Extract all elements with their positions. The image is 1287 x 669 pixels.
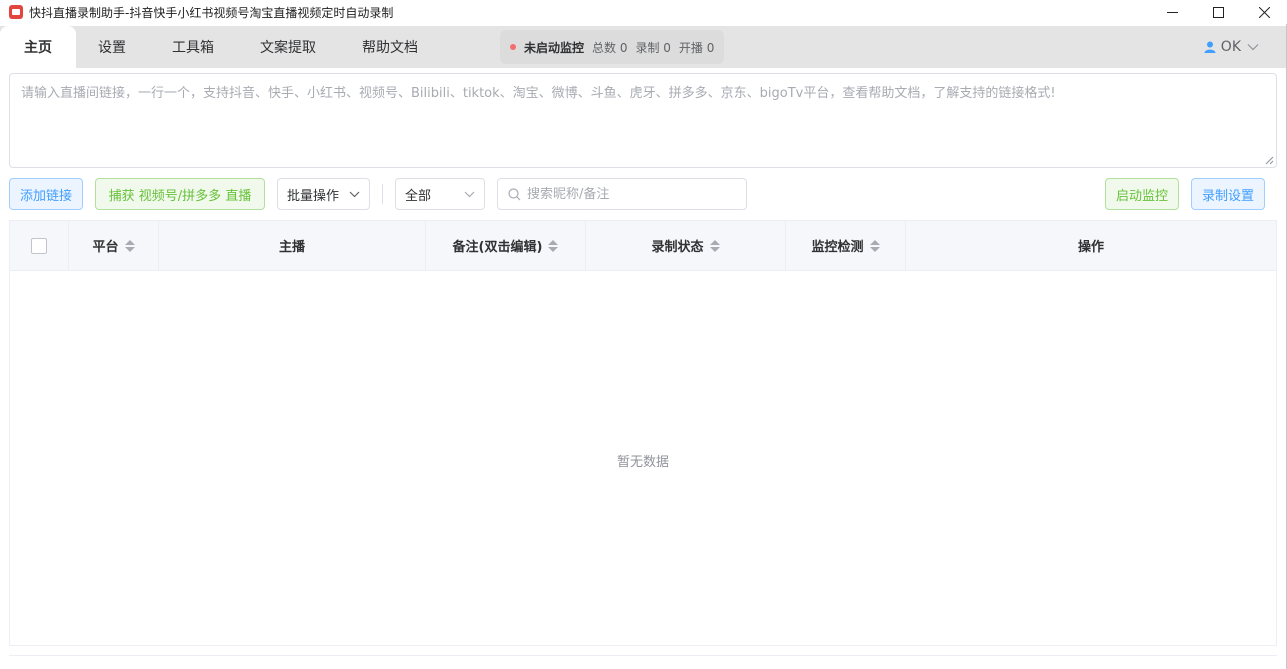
column-platform-label: 平台 — [92, 240, 119, 255]
chevron-down-icon — [349, 191, 360, 198]
filter-select[interactable]: 全部 — [395, 178, 485, 210]
batch-operation-dropdown[interactable]: 批量操作 — [277, 178, 370, 210]
column-platform[interactable]: 平台 — [69, 221, 159, 270]
column-remark-label: 备注(双击编辑) — [452, 240, 543, 255]
close-icon — [1258, 6, 1270, 18]
column-remark[interactable]: 备注(双击编辑) — [426, 221, 586, 270]
select-all-checkbox[interactable] — [31, 237, 47, 254]
tab-toolbox[interactable]: 工具箱 — [148, 26, 238, 68]
sort-icon[interactable] — [709, 239, 720, 252]
record-settings-button[interactable]: 录制设置 — [1191, 178, 1265, 210]
minimize-icon — [1166, 11, 1178, 13]
sort-icon[interactable] — [124, 239, 135, 252]
chevron-down-icon — [1247, 43, 1259, 51]
status-live-count: 开播 0 — [678, 40, 715, 55]
toolbar-divider — [382, 184, 383, 204]
empty-state-text: 暂无数据 — [616, 455, 669, 470]
search-input[interactable] — [527, 186, 737, 202]
sort-icon[interactable] — [869, 239, 880, 252]
user-icon — [1204, 41, 1216, 53]
window-title: 快抖直播录制助手-抖音快手小红书视频号淘宝直播视频定时自动录制 — [29, 5, 394, 20]
status-main-text: 未启动监控 — [524, 40, 585, 55]
start-monitor-button[interactable]: 启动监控 — [1105, 178, 1179, 210]
column-actions-label: 操作 — [1077, 240, 1104, 255]
window-controls — [1149, 0, 1287, 24]
table-header: 平台 主播 备注(双击编辑) 录制状态 监控检测 操作 — [10, 221, 1276, 271]
maximize-icon — [1212, 6, 1224, 18]
search-icon — [508, 187, 521, 200]
select-all-cell — [10, 221, 69, 270]
status-dot-icon — [510, 44, 516, 50]
footer-divider — [9, 655, 1277, 656]
batch-operation-label: 批量操作 — [287, 188, 340, 204]
user-menu[interactable]: OK — [1204, 26, 1259, 68]
title-bar: 快抖直播录制助手-抖音快手小红书视频号淘宝直播视频定时自动录制 — [0, 0, 1287, 24]
live-link-input[interactable] — [9, 73, 1277, 168]
sort-icon[interactable] — [548, 239, 559, 252]
status-total-count: 总数 0 — [592, 40, 628, 55]
user-name: OK — [1220, 39, 1241, 55]
capture-live-button[interactable]: 捕获 视频号/拼多多 直播 — [95, 178, 265, 210]
maximize-button[interactable] — [1195, 0, 1241, 24]
column-record-status-label: 录制状态 — [651, 240, 704, 255]
resize-grip-icon[interactable] — [1264, 155, 1274, 165]
column-monitor-check-label: 监控检测 — [811, 240, 864, 255]
tab-home[interactable]: 主页 — [0, 26, 76, 68]
filter-select-value: 全部 — [405, 188, 432, 204]
tab-copy-extract[interactable]: 文案提取 — [238, 26, 338, 68]
tab-bar: 主页 设置 工具箱 文案提取 帮助文档 未启动监控 总数 0 录制 0 开播 0… — [0, 26, 1287, 68]
search-box — [497, 178, 747, 210]
column-record-status[interactable]: 录制状态 — [586, 221, 786, 270]
minimize-button[interactable] — [1149, 0, 1195, 24]
tab-help-docs[interactable]: 帮助文档 — [338, 26, 442, 68]
close-button[interactable] — [1241, 0, 1287, 24]
chevron-down-icon — [464, 191, 475, 198]
column-actions: 操作 — [906, 221, 1276, 270]
monitor-status-badge: 未启动监控 总数 0 录制 0 开播 0 — [500, 30, 724, 64]
add-link-button[interactable]: 添加链接 — [9, 178, 83, 210]
status-recording-count: 录制 0 — [635, 40, 671, 55]
column-anchor-label: 主播 — [278, 240, 305, 255]
column-anchor: 主播 — [159, 221, 426, 270]
tab-settings[interactable]: 设置 — [76, 26, 148, 68]
app-logo-icon — [9, 5, 23, 19]
column-monitor-check[interactable]: 监控检测 — [786, 221, 906, 270]
stream-table: 平台 主播 备注(双击编辑) 录制状态 监控检测 操作 暂无数据 — [9, 220, 1277, 646]
